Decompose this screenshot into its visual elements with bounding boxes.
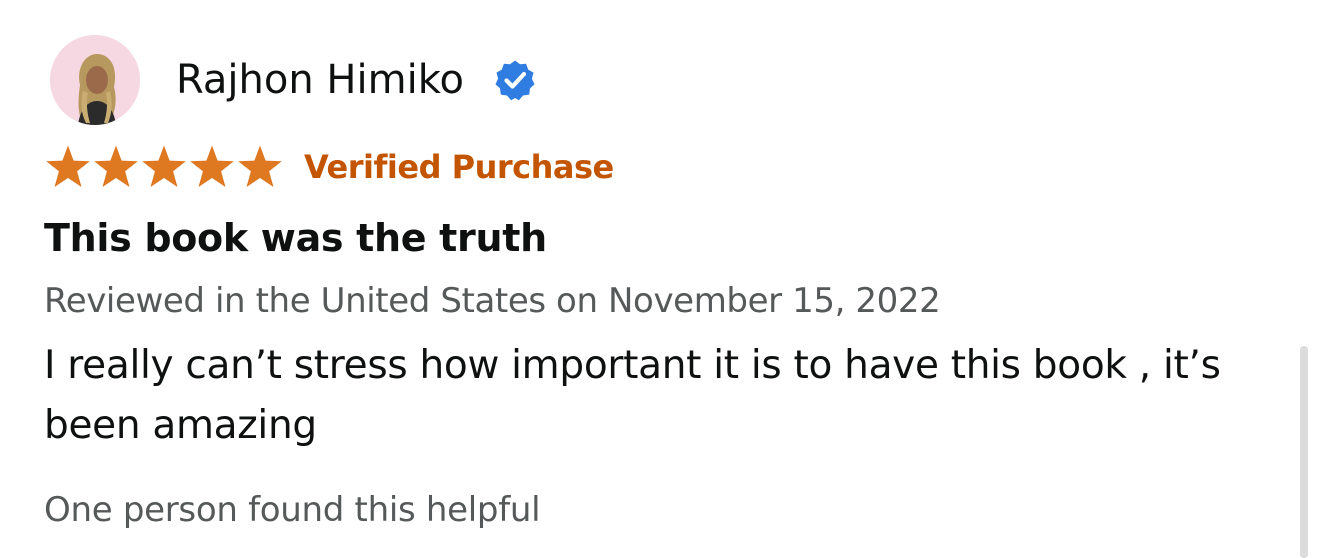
star-icon <box>142 145 186 187</box>
check-badge-icon <box>494 59 536 101</box>
star-rating[interactable] <box>44 144 284 190</box>
review-date: Reviewed in the United States on Novembe… <box>44 281 941 321</box>
star-icon <box>46 145 90 187</box>
review-card: Rajhon Himiko Verified Purchase This boo… <box>0 0 1320 558</box>
star-icon <box>238 145 282 187</box>
reviewer-name[interactable]: Rajhon Himiko <box>176 60 464 100</box>
rating-row: Verified Purchase <box>44 144 614 190</box>
helpful-count: One person found this helpful <box>44 490 541 530</box>
review-body: I really can’t stress how important it i… <box>44 343 1221 448</box>
scrollbar[interactable] <box>1296 0 1320 558</box>
verified-purchase-badge: Verified Purchase <box>304 148 614 186</box>
avatar-image <box>50 35 140 125</box>
avatar[interactable] <box>50 35 140 125</box>
scrollbar-thumb[interactable] <box>1300 346 1308 558</box>
reviewer-profile[interactable]: Rajhon Himiko <box>50 34 536 126</box>
review-title[interactable]: This book was the truth <box>44 216 547 260</box>
star-icon <box>94 145 138 187</box>
star-icon <box>190 145 234 187</box>
